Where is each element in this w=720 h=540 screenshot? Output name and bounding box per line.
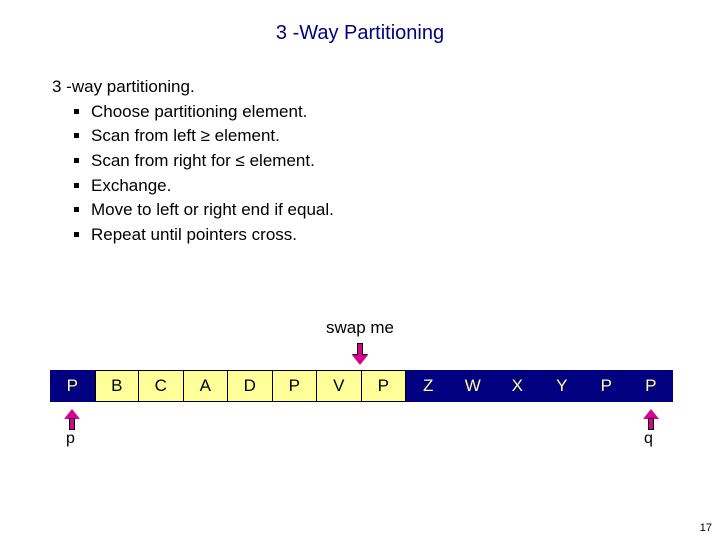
array-cell: V xyxy=(317,370,362,402)
bullet-item: Move to left or right end if equal. xyxy=(74,198,612,223)
array-cell: P xyxy=(629,370,674,402)
swap-label: swap me xyxy=(0,318,720,338)
pointer-p-label: p xyxy=(66,430,75,448)
page-number: 17 xyxy=(700,522,712,534)
bullet-item: Exchange. xyxy=(74,174,612,199)
slide-body: 3 -way partitioning. Choose partitioning… xyxy=(52,75,612,247)
array-cell: C xyxy=(139,370,184,402)
bullet-item: Scan from left ≥ element. xyxy=(74,124,612,149)
up-arrow-icon xyxy=(644,408,658,430)
bullet-item: Scan from right for ≤ element. xyxy=(74,149,612,174)
array-cell: X xyxy=(495,370,540,402)
slide-title: 3 -Way Partitioning xyxy=(0,22,720,45)
array-cell: Z xyxy=(406,370,451,402)
body-heading: 3 -way partitioning. xyxy=(52,75,612,100)
array-cell: B xyxy=(95,370,140,402)
array-cell: P xyxy=(584,370,629,402)
array-row: P B C A D P V P Z W X Y P P xyxy=(50,370,673,402)
pointer-q-label: q xyxy=(644,430,653,448)
array-cell: P xyxy=(50,370,95,402)
array-cell: P xyxy=(273,370,318,402)
slide: 3 -Way Partitioning 3 -way partitioning.… xyxy=(0,0,720,540)
array-cell: D xyxy=(228,370,273,402)
array-cell: W xyxy=(451,370,496,402)
up-arrow-icon xyxy=(65,408,79,430)
bullet-item: Repeat until pointers cross. xyxy=(74,223,612,248)
array-cell: P xyxy=(362,370,407,402)
bullet-list: Choose partitioning element. Scan from l… xyxy=(74,100,612,248)
array-cell: Y xyxy=(540,370,585,402)
down-arrow-icon xyxy=(353,343,367,365)
bullet-item: Choose partitioning element. xyxy=(74,100,612,125)
array-cell: A xyxy=(184,370,229,402)
